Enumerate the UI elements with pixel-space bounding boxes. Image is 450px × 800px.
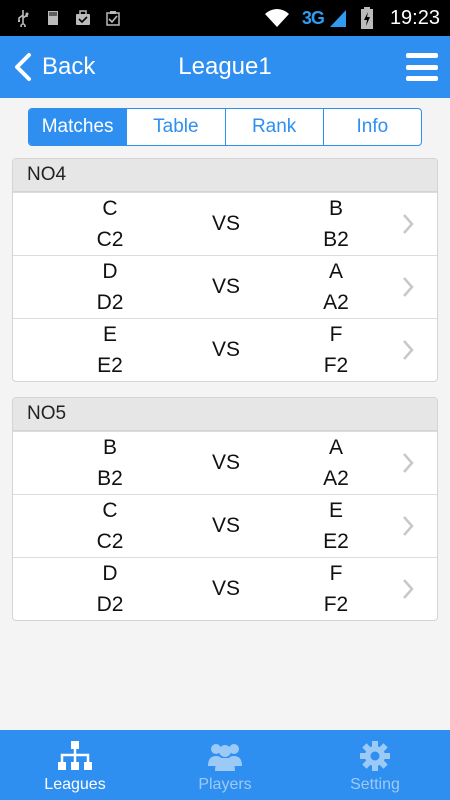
nav-players[interactable]: Players [150,730,300,800]
chevron-right-icon [403,453,414,473]
match-row[interactable]: C C2 VS B B2 [13,192,437,255]
tab-rank[interactable]: Rank [224,109,323,145]
away-team-name: F [329,323,343,346]
round-title: NO5 [13,398,437,431]
vs-label: VS [211,275,240,298]
back-button[interactable]: Back [12,52,95,82]
away-team: A A2 [296,256,376,318]
battery-charging-icon [360,7,373,29]
home-player-name: B2 [97,467,123,490]
match-row[interactable]: E E2 VS F F2 [13,318,437,381]
usb-icon [18,10,29,27]
nav-setting-label: Setting [350,776,400,793]
match-row[interactable]: C C2 VS E E2 [13,494,437,557]
home-team-name: B [102,436,117,459]
status-bar: 3G 19:23 [0,0,450,36]
away-team-name: A [328,260,343,283]
away-player-name: A2 [323,467,349,490]
away-player-name: A2 [323,291,349,314]
signal-icon [329,10,346,27]
chevron-left-icon [15,53,31,81]
round-card: NO4 C C2 VS B B2 D D2 VS A A2 E E2 VS F … [12,158,438,382]
tab-matches[interactable]: Matches [29,109,127,145]
vs-label: VS [211,514,240,537]
nav-players-label: Players [198,776,252,793]
vs-label: VS [211,338,240,361]
away-team: A A2 [296,432,376,494]
wifi-icon [264,9,289,27]
match-row[interactable]: D D2 VS F F2 [13,557,437,620]
network-type: 3G [301,7,325,28]
home-team-name: C [102,197,118,220]
app-header: Back League1 [0,36,450,98]
away-team-name: F [329,562,343,585]
status-bar-right: 3G 19:23 [264,7,440,30]
sd-card-icon [48,11,58,25]
match-row[interactable]: B B2 VS A A2 [13,431,437,494]
nav-leagues[interactable]: Leagues [0,730,150,800]
away-player-name: B2 [323,228,349,251]
segmented-tabs: Matches Table Rank Info [28,108,422,146]
away-team: F F2 [296,558,376,620]
home-team-name: D [102,260,118,283]
status-bar-left [14,9,122,27]
home-team-name: E [102,323,117,346]
home-player-name: E2 [97,354,123,377]
away-player-name: F2 [323,593,349,616]
away-team: F F2 [296,319,376,381]
status-time: 19:23 [389,6,440,29]
chevron-right-icon [403,516,414,536]
home-team: D D2 [70,256,150,318]
gear-icon [360,741,390,771]
hierarchy-icon [58,741,92,770]
chevron-right-icon [403,340,414,360]
vs-label: VS [211,451,240,474]
home-team-name: D [102,562,118,585]
segmented-tabs-wrapper: Matches Table Rank Info [0,98,450,146]
players-group-icon [208,744,242,771]
vs-label: VS [211,212,240,235]
clipboard-check-icon [106,11,120,26]
away-team-name: A [328,436,343,459]
home-player-name: D2 [96,291,124,314]
briefcase-icon [76,10,90,25]
bottom-navigation: Leagues Players Setting [0,730,450,800]
chevron-right-icon [403,579,414,599]
home-player-name: C2 [96,228,124,251]
away-player-name: F2 [323,354,349,377]
away-team-name: B [328,197,343,220]
home-team: B B2 [70,432,150,494]
away-team-name: E [328,499,343,522]
nav-setting[interactable]: Setting [300,730,450,800]
home-player-name: C2 [96,530,124,553]
round-title: NO4 [13,159,437,192]
home-team: C C2 [70,193,150,255]
tab-info[interactable]: Info [322,109,421,145]
home-player-name: D2 [96,593,124,616]
matches-list: NO4 C C2 VS B B2 D D2 VS A A2 E E2 VS F … [0,146,450,621]
home-team: E E2 [70,319,150,381]
away-team: B B2 [296,193,376,255]
home-team: D D2 [70,558,150,620]
vs-label: VS [211,577,240,600]
away-team: E E2 [296,495,376,557]
away-player-name: E2 [323,530,349,553]
round-card: NO5 B B2 VS A A2 C C2 VS E E2 D D2 VS F … [12,397,438,621]
chevron-right-icon [403,277,414,297]
back-label: Back [42,53,96,80]
menu-icon[interactable] [406,53,438,81]
home-team-name: C [102,499,118,522]
match-row[interactable]: D D2 VS A A2 [13,255,437,318]
tab-table[interactable]: Table [126,109,224,145]
home-team: C C2 [70,495,150,557]
nav-leagues-label: Leagues [44,776,106,793]
chevron-right-icon [403,214,414,234]
